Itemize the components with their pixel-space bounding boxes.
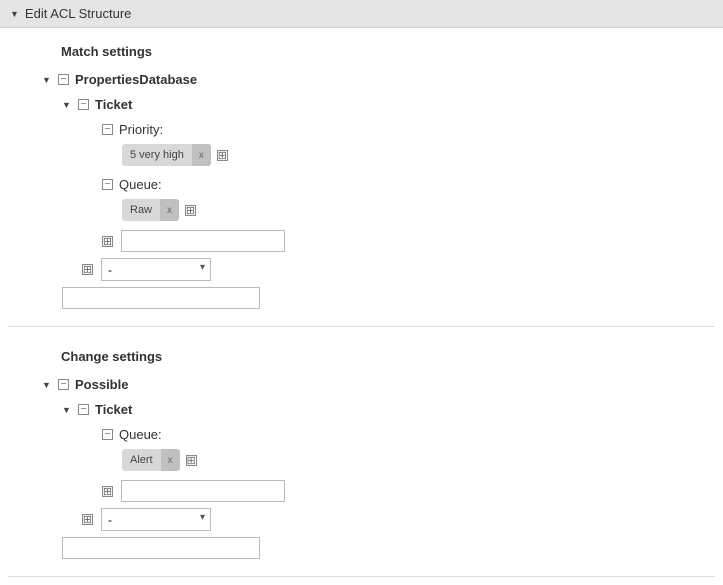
queue-tag-row: Alert x bbox=[122, 447, 723, 477]
add-type-select[interactable]: - bbox=[101, 258, 211, 281]
change-title: Change settings bbox=[61, 341, 723, 372]
section-divider bbox=[8, 576, 715, 577]
remove-tag-button[interactable]: x bbox=[161, 449, 180, 471]
queue-label: Queue: bbox=[119, 427, 162, 442]
root-label: PropertiesDatabase bbox=[75, 72, 197, 87]
remove-tag-button[interactable]: x bbox=[192, 144, 211, 166]
minus-icon[interactable] bbox=[102, 124, 113, 135]
add-type-row: - bbox=[82, 505, 723, 534]
minus-icon[interactable] bbox=[102, 429, 113, 440]
add-property-input[interactable] bbox=[121, 230, 285, 252]
queue-row: Queue: bbox=[102, 422, 723, 447]
tag-text: Alert bbox=[122, 454, 161, 466]
add-property-row bbox=[102, 477, 723, 505]
priority-tag: 5 very high x bbox=[122, 144, 211, 166]
add-type-select[interactable]: - bbox=[101, 508, 211, 531]
select-wrap: - bbox=[101, 508, 211, 531]
add-property-row bbox=[102, 227, 723, 255]
add-icon[interactable] bbox=[217, 150, 228, 161]
remove-tag-button[interactable]: x bbox=[160, 199, 179, 221]
minus-icon[interactable] bbox=[78, 404, 89, 415]
collapse-icon: ▼ bbox=[10, 9, 19, 19]
add-property-input[interactable] bbox=[121, 480, 285, 502]
add-root-row bbox=[62, 284, 723, 312]
queue-row: Queue: bbox=[102, 172, 723, 197]
ticket-row: ▼ Ticket bbox=[62, 397, 723, 422]
section-header[interactable]: ▼ Edit ACL Structure bbox=[0, 0, 723, 28]
change-section: Change settings ▼ Possible ▼ Ticket Queu… bbox=[0, 333, 723, 562]
queue-tag-row: Raw x bbox=[122, 197, 723, 227]
tag-text: Raw bbox=[122, 204, 160, 216]
queue-tag: Raw x bbox=[122, 199, 179, 221]
add-icon[interactable] bbox=[102, 486, 113, 497]
expand-icon[interactable]: ▼ bbox=[42, 380, 52, 390]
header-title: Edit ACL Structure bbox=[25, 6, 131, 21]
add-icon[interactable] bbox=[186, 455, 197, 466]
minus-icon[interactable] bbox=[78, 99, 89, 110]
select-wrap: - bbox=[101, 258, 211, 281]
priority-tag-row: 5 very high x bbox=[122, 142, 723, 172]
ticket-label: Ticket bbox=[95, 97, 132, 112]
queue-label: Queue: bbox=[119, 177, 162, 192]
expand-icon[interactable]: ▼ bbox=[42, 75, 52, 85]
add-icon[interactable] bbox=[185, 205, 196, 216]
add-root-row bbox=[62, 534, 723, 562]
minus-icon[interactable] bbox=[58, 379, 69, 390]
priority-label: Priority: bbox=[119, 122, 163, 137]
add-icon[interactable] bbox=[82, 514, 93, 525]
add-root-input[interactable] bbox=[62, 537, 260, 559]
add-icon[interactable] bbox=[102, 236, 113, 247]
add-type-row: - bbox=[82, 255, 723, 284]
ticket-label: Ticket bbox=[95, 402, 132, 417]
minus-icon[interactable] bbox=[58, 74, 69, 85]
add-root-input[interactable] bbox=[62, 287, 260, 309]
expand-icon[interactable]: ▼ bbox=[62, 405, 72, 415]
priority-row: Priority: bbox=[102, 117, 723, 142]
match-root-row: ▼ PropertiesDatabase bbox=[42, 67, 723, 92]
expand-icon[interactable]: ▼ bbox=[62, 100, 72, 110]
section-divider bbox=[8, 326, 715, 327]
minus-icon[interactable] bbox=[102, 179, 113, 190]
ticket-row: ▼ Ticket bbox=[62, 92, 723, 117]
match-section: Match settings ▼ PropertiesDatabase ▼ Ti… bbox=[0, 28, 723, 312]
queue-tag: Alert x bbox=[122, 449, 180, 471]
change-root-row: ▼ Possible bbox=[42, 372, 723, 397]
match-title: Match settings bbox=[61, 36, 723, 67]
root-label: Possible bbox=[75, 377, 128, 392]
tag-text: 5 very high bbox=[122, 149, 192, 161]
add-icon[interactable] bbox=[82, 264, 93, 275]
